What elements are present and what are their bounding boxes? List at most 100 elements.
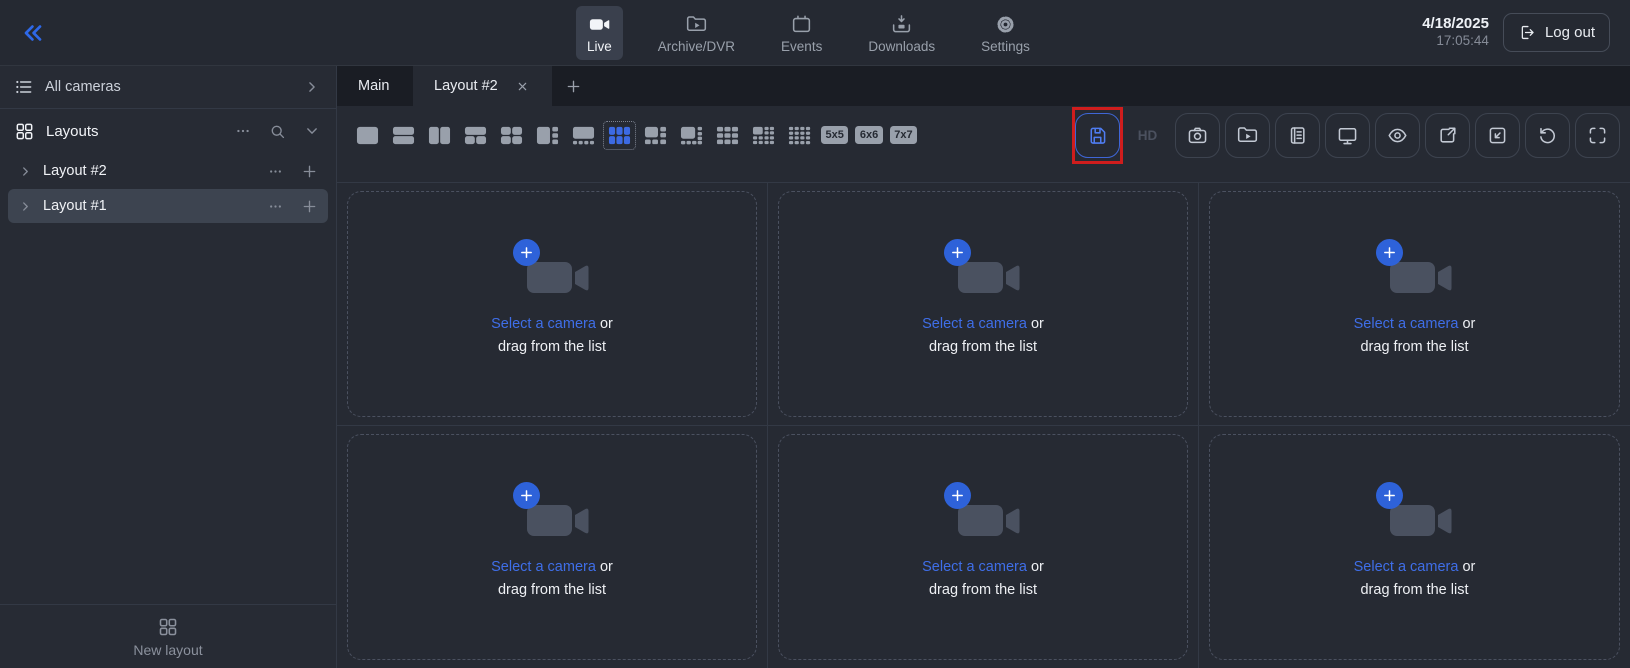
- drag-hint: drag from the list: [922, 579, 1044, 601]
- nav-label: Events: [781, 39, 822, 54]
- camera-placeholder-icon: [944, 492, 1022, 544]
- snapshot-button[interactable]: [1175, 113, 1220, 158]
- close-icon[interactable]: [514, 78, 531, 95]
- select-camera-link[interactable]: Select a camera: [1354, 316, 1459, 332]
- select-camera-link[interactable]: Select a camera: [491, 559, 596, 575]
- drag-hint: drag from the list: [491, 579, 613, 601]
- open-archive-button[interactable]: [1225, 113, 1270, 158]
- nav-item-downloads[interactable]: Downloads: [857, 6, 946, 60]
- or-suffix: or: [1027, 559, 1044, 575]
- view-options-button[interactable]: [1375, 113, 1420, 158]
- tile-placeholder-text: Select a camera or drag from the list: [1354, 556, 1476, 601]
- tab-layout-2[interactable]: Layout #2: [413, 66, 552, 106]
- layout-1-plus-5-button[interactable]: [641, 123, 670, 148]
- camera-placeholder-icon: [1376, 249, 1454, 301]
- layouts-search-button[interactable]: [268, 122, 287, 141]
- camera-tile-placeholder[interactable]: Select a camera or drag from the list: [778, 191, 1188, 417]
- nav-label: Live: [587, 39, 612, 54]
- add-camera-plus-icon[interactable]: [1376, 239, 1403, 266]
- nav-item-settings[interactable]: Settings: [970, 6, 1041, 60]
- layout-1-plus-2-icon: [462, 124, 489, 147]
- fullscreen-button[interactable]: [1575, 113, 1620, 158]
- display-mode-button[interactable]: [1325, 113, 1370, 158]
- camera-tile-placeholder[interactable]: Select a camera or drag from the list: [1209, 191, 1620, 417]
- save-layout-button[interactable]: [1075, 113, 1120, 158]
- camera-cell: Select a camera or drag from the list: [768, 426, 1199, 668]
- camera-placeholder-icon: [1376, 492, 1454, 544]
- top-bar: LiveArchive/DVREventsDownloadsSettings 4…: [0, 0, 1630, 66]
- layout-4x4-button[interactable]: [785, 123, 814, 148]
- drag-hint: drag from the list: [922, 336, 1044, 358]
- layout-1-plus-3-button[interactable]: [533, 123, 562, 148]
- layout-2-rows-button[interactable]: [389, 123, 418, 148]
- camera-tile-placeholder[interactable]: Select a camera or drag from the list: [347, 191, 757, 417]
- share-view-button[interactable]: [1425, 113, 1470, 158]
- layouts-more-button[interactable]: [233, 121, 253, 141]
- layouts-collapse-button[interactable]: [302, 121, 322, 141]
- drag-hint: drag from the list: [1354, 579, 1476, 601]
- layout-3x3-button[interactable]: [713, 123, 742, 148]
- select-camera-link[interactable]: Select a camera: [922, 559, 1027, 575]
- tab-main[interactable]: Main: [337, 66, 413, 106]
- sidebar-layout-row-1[interactable]: Layout #2: [8, 154, 328, 188]
- layout-2-cols-button[interactable]: [425, 123, 454, 148]
- layout-1-plus-12-button[interactable]: [749, 123, 778, 148]
- search-icon: [268, 122, 287, 141]
- camera-placeholder-icon: [944, 249, 1022, 301]
- eye-icon: [1386, 124, 1409, 147]
- select-camera-link[interactable]: Select a camera: [491, 316, 596, 332]
- layouts-section-header: Layouts: [0, 109, 336, 153]
- grid-icon: [14, 121, 35, 142]
- camera-tile-placeholder[interactable]: Select a camera or drag from the list: [1209, 434, 1620, 661]
- layout-1-plus-5-icon: [642, 124, 669, 147]
- camera-tile-placeholder[interactable]: Select a camera or drag from the list: [347, 434, 757, 661]
- layout-add-button[interactable]: [300, 162, 319, 181]
- logout-button[interactable]: Log out: [1503, 13, 1610, 52]
- new-layout-button[interactable]: New layout: [0, 604, 336, 668]
- nav-item-archive[interactable]: Archive/DVR: [647, 6, 746, 60]
- fullscreen-icon: [1586, 124, 1609, 147]
- layout-more-button[interactable]: [266, 162, 285, 181]
- chevron-right-icon[interactable]: [302, 77, 322, 97]
- plus-icon: [564, 77, 583, 96]
- select-camera-link[interactable]: Select a camera: [1354, 559, 1459, 575]
- add-tab-button[interactable]: [552, 66, 596, 106]
- sidebar-item-all-cameras[interactable]: All cameras: [0, 66, 336, 109]
- refresh-icon: [1536, 124, 1559, 147]
- layout-5x5-button[interactable]: 5x5: [821, 126, 848, 144]
- chevron-right-icon[interactable]: [17, 198, 34, 215]
- layout-3x2-button[interactable]: [605, 123, 634, 148]
- select-camera-link[interactable]: Select a camera: [922, 316, 1027, 332]
- layout-1x1-button[interactable]: [353, 123, 382, 148]
- events-journal-button[interactable]: [1275, 113, 1320, 158]
- folder-play-icon: [685, 12, 708, 36]
- add-camera-plus-icon[interactable]: [1376, 482, 1403, 509]
- gear-icon: [994, 12, 1017, 36]
- layout-6x6-button[interactable]: 6x6: [855, 126, 882, 144]
- layout-2x2-button[interactable]: [497, 123, 526, 148]
- chevron-right-icon[interactable]: [17, 163, 34, 180]
- sidebar-layout-row-2[interactable]: Layout #1: [8, 189, 328, 223]
- view-action-buttons: HD: [1075, 113, 1620, 158]
- tab-label: Main: [358, 78, 389, 94]
- layout-more-button[interactable]: [266, 197, 285, 216]
- layout-1-plus-4-button[interactable]: [569, 123, 598, 148]
- layout-add-button[interactable]: [300, 197, 319, 216]
- window-mode-button[interactable]: [1475, 113, 1520, 158]
- camera-tile-placeholder[interactable]: Select a camera or drag from the list: [778, 434, 1188, 661]
- tile-placeholder-text: Select a camera or drag from the list: [491, 313, 613, 358]
- tile-placeholder-text: Select a camera or drag from the list: [1354, 313, 1476, 358]
- tab-label: Layout #2: [434, 78, 498, 94]
- folder-play-icon: [1236, 124, 1259, 147]
- collapse-sidebar-button[interactable]: [16, 16, 50, 50]
- layout-1-plus-12-icon: [750, 124, 777, 147]
- reload-view-button[interactable]: [1525, 113, 1570, 158]
- nav-item-live[interactable]: Live: [576, 6, 623, 60]
- layout-1-plus-2-button[interactable]: [461, 123, 490, 148]
- tile-placeholder-text: Select a camera or drag from the list: [922, 313, 1044, 358]
- time-label: 17:05:44: [1422, 33, 1489, 50]
- layout-7x7-button[interactable]: 7x7: [890, 126, 917, 144]
- layout-1-plus-7-button[interactable]: [677, 123, 706, 148]
- tile-placeholder-text: Select a camera or drag from the list: [491, 556, 613, 601]
- nav-item-events[interactable]: Events: [770, 6, 833, 60]
